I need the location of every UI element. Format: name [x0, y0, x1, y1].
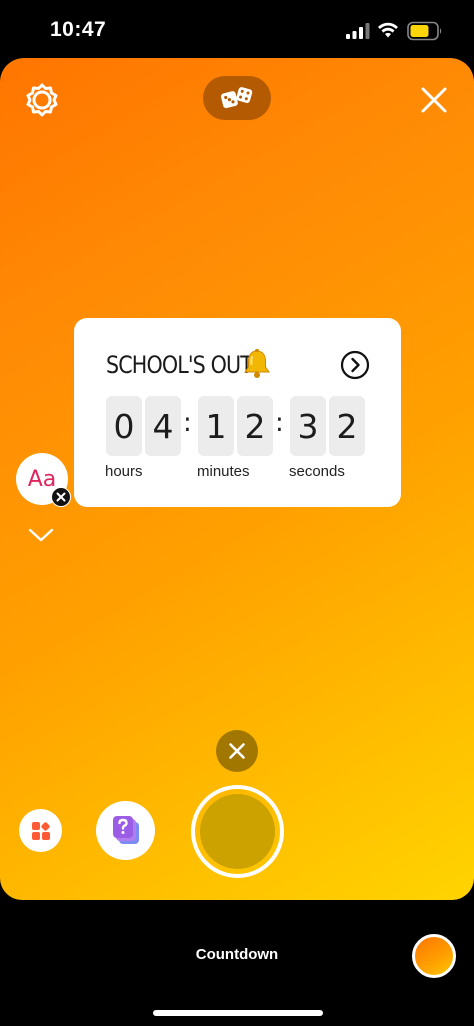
bell-icon — [244, 349, 270, 378]
story-canvas[interactable]: SCHOOL'S OUT 0 4 : 1 2 : 3 2 hours minut… — [0, 58, 474, 900]
dismiss-button[interactable] — [216, 730, 258, 772]
countdown-sticker[interactable]: SCHOOL'S OUT 0 4 : 1 2 : 3 2 hours minut… — [74, 318, 401, 507]
time-separator: : — [183, 408, 192, 438]
minutes-digit-1: 1 — [198, 396, 234, 456]
hours-label: hours — [105, 463, 143, 480]
layout-icon — [31, 821, 50, 840]
close-icon — [56, 492, 66, 502]
text-sticker-label: Aa — [27, 466, 57, 492]
minutes-label: minutes — [197, 463, 250, 480]
battery-icon — [407, 21, 442, 41]
shutter-button[interactable] — [191, 785, 284, 878]
layout-button[interactable] — [19, 809, 62, 852]
arrow-right-circle-icon[interactable] — [340, 350, 370, 380]
signal-icon — [346, 23, 370, 39]
settings-icon[interactable] — [22, 80, 62, 120]
hours-digit-2: 4 — [145, 396, 181, 456]
close-icon — [229, 743, 245, 759]
home-indicator — [153, 1010, 323, 1016]
seconds-digit-1: 3 — [290, 396, 326, 456]
hours-digit-1: 0 — [106, 396, 142, 456]
question-sticker-button[interactable] — [96, 801, 155, 860]
countdown-title: SCHOOL'S OUT — [106, 351, 253, 379]
status-time: 10:47 — [50, 18, 107, 41]
time-separator: : — [275, 408, 284, 438]
chevron-down-icon[interactable] — [27, 526, 55, 544]
remove-text-sticker-button[interactable] — [51, 487, 71, 507]
question-sticker-icon — [112, 815, 139, 844]
dice-button[interactable] — [203, 76, 271, 120]
minutes-digit-2: 2 — [237, 396, 273, 456]
shutter-inner — [200, 794, 275, 869]
background-gradient-button[interactable] — [412, 934, 456, 978]
close-icon[interactable] — [414, 80, 454, 120]
status-bar: 10:47 — [0, 0, 474, 58]
dice-icon — [220, 87, 253, 109]
mode-label[interactable]: Countdown — [0, 946, 474, 963]
seconds-digit-2: 2 — [329, 396, 365, 456]
wifi-icon — [378, 22, 398, 38]
seconds-label: seconds — [289, 463, 345, 480]
